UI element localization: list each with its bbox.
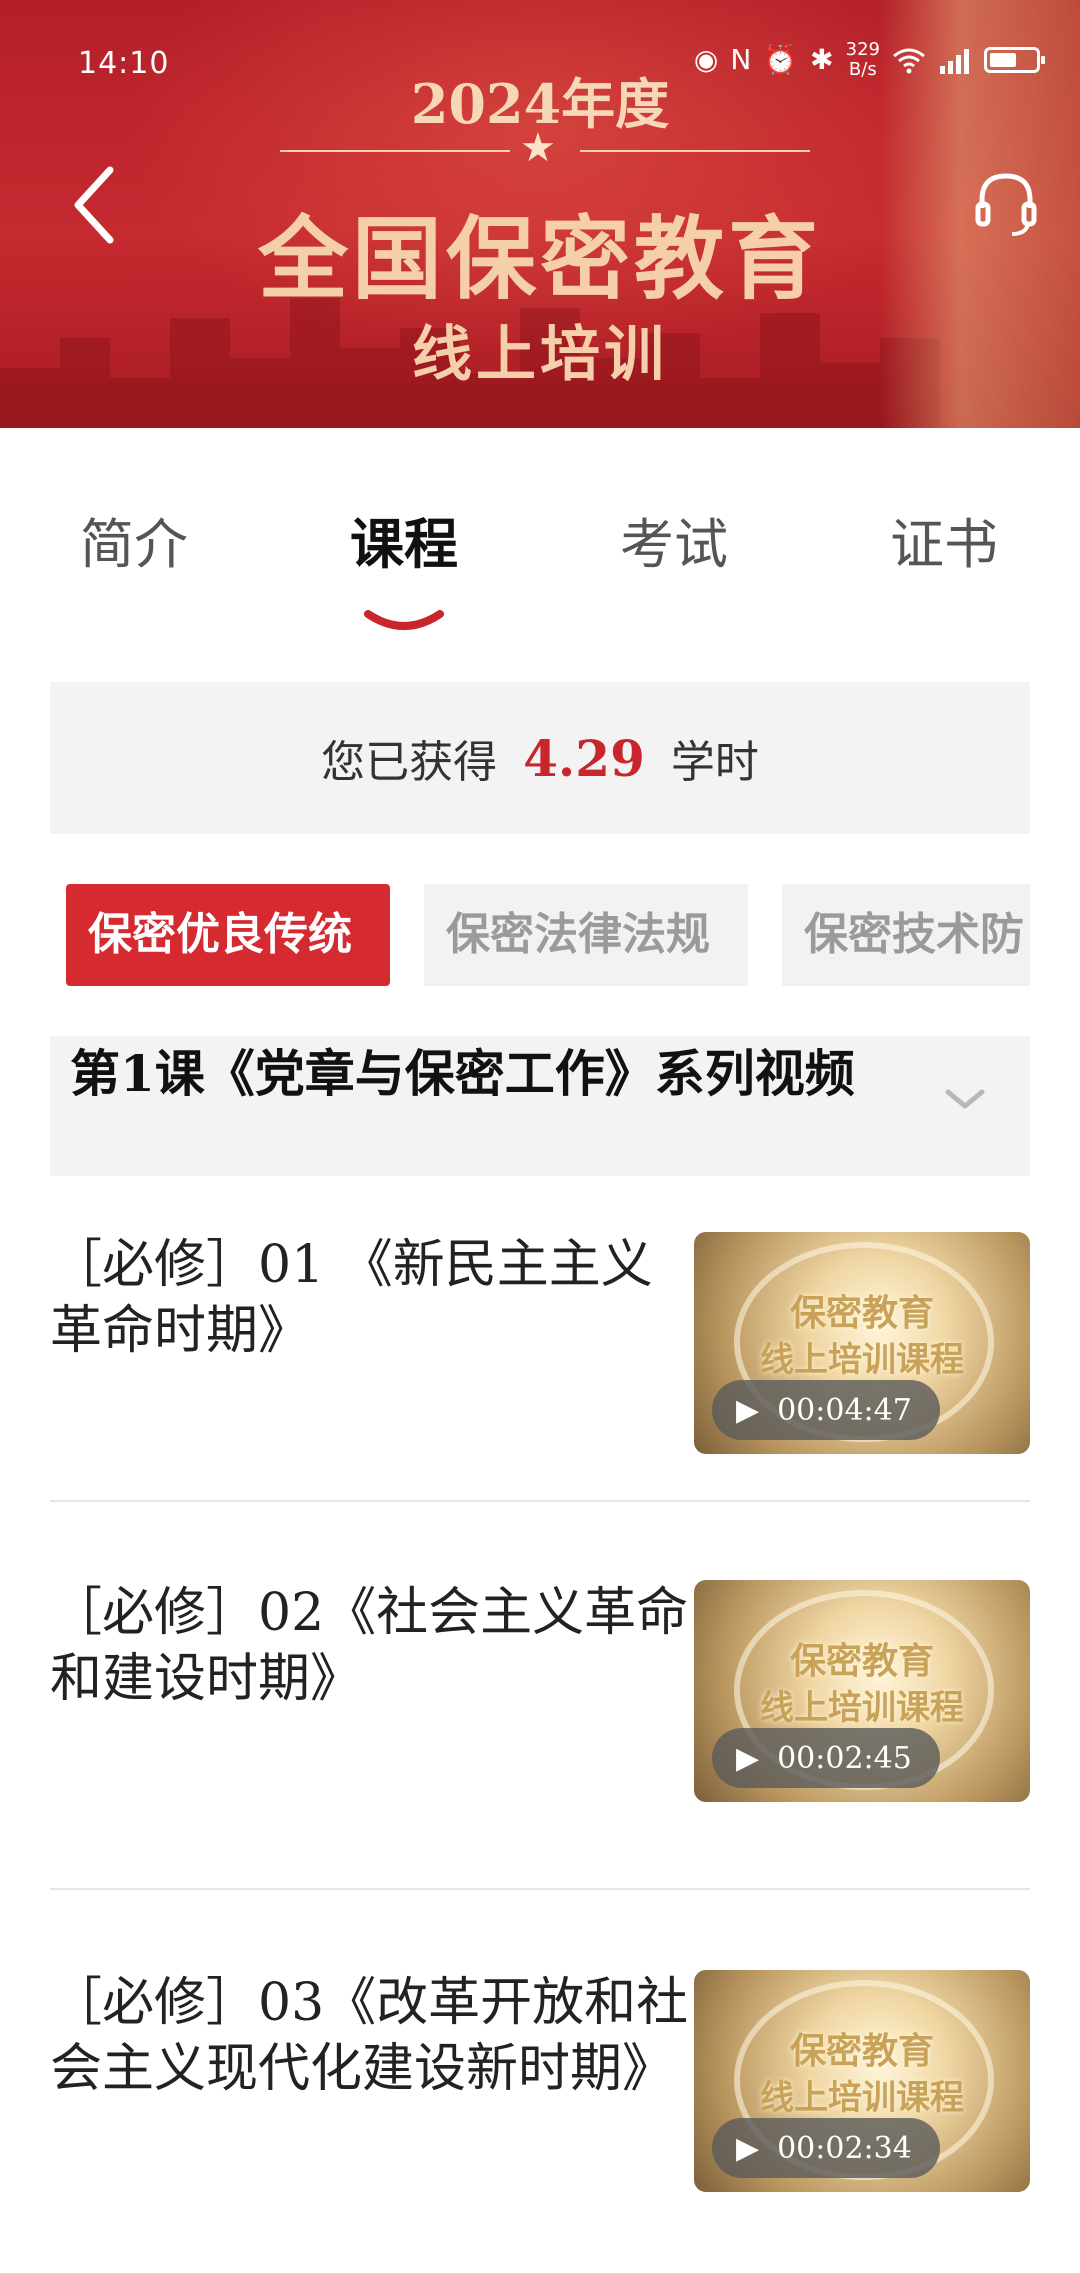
list-divider: [50, 1888, 1030, 1890]
video-thumbnail[interactable]: 保密教育 线上培训课程 ▶ 00:02:45: [694, 1580, 1030, 1802]
lesson-header[interactable]: 第1课《党章与保密工作》系列视频: [50, 1036, 1030, 1176]
play-icon: ▶: [736, 1392, 760, 1428]
video-item-01[interactable]: ［必修］01 《新民主主义革命时期》 保密教育 线上培训课程 ▶ 00:04:4…: [50, 1232, 1030, 1457]
tab-courses[interactable]: 课程: [304, 500, 504, 579]
lesson-title: 第1课《党章与保密工作》系列视频: [70, 1044, 855, 1103]
net-speed-value: 329: [845, 39, 880, 60]
thumb-line2: 线上培训课程: [760, 2078, 964, 2118]
list-divider: [50, 1500, 1030, 1502]
hours-suffix: 学时: [670, 737, 759, 788]
section-tabs: 简介 课程 考试 证书: [0, 500, 1080, 640]
hours-value: 4.29: [523, 728, 645, 788]
chip-secrecy-tech[interactable]: 保密技术防: [782, 884, 1030, 986]
duration-badge: ▶ 00:02:45: [712, 1728, 940, 1788]
course-banner: 14:10 ◉ N ⏰ ✱ 329 B/s 2024年度 ★ 全国保密教育 线上…: [0, 0, 1080, 428]
video-title: ［必修］03《改革开放和社会主义现代化建设新时期》: [50, 1973, 689, 2099]
hours-prefix: 您已获得: [321, 737, 498, 788]
thumb-line1: 保密教育: [789, 1641, 934, 1682]
duration-badge: ▶ 00:02:34: [712, 2118, 940, 2178]
thumb-line2: 线上培训课程: [760, 1340, 964, 1380]
chip-secrecy-tradition[interactable]: 保密优良传统: [66, 884, 390, 986]
thumb-line1: 保密教育: [789, 2031, 934, 2072]
chip-secrecy-law[interactable]: 保密法律法规: [424, 884, 748, 986]
tab-certificate[interactable]: 证书: [844, 500, 1044, 579]
video-thumbnail[interactable]: 保密教育 线上培训课程 ▶ 00:04:47: [694, 1232, 1030, 1454]
tab-exam[interactable]: 考试: [574, 500, 774, 579]
thumb-line2: 线上培训课程: [760, 1688, 964, 1728]
video-title: ［必修］02《社会主义革命和建设时期》: [50, 1583, 689, 1709]
duration: 00:04:47: [777, 1392, 912, 1428]
duration: 00:02:45: [777, 1740, 912, 1776]
banner-title: 全国保密教育: [258, 206, 822, 312]
video-thumbnail[interactable]: 保密教育 线上培训课程 ▶ 00:02:34: [694, 1970, 1030, 2192]
video-item-03[interactable]: ［必修］03《改革开放和社会主义现代化建设新时期》 保密教育 线上培训课程 ▶ …: [50, 1970, 1030, 2195]
star-icon: ★: [520, 125, 556, 171]
thumb-line1: 保密教育: [789, 1293, 934, 1334]
video-title: ［必修］01 《新民主主义革命时期》: [50, 1235, 653, 1361]
earned-hours-panel: 您已获得 4.29 学时: [50, 682, 1030, 834]
tab-intro[interactable]: 简介: [34, 500, 234, 579]
category-chips: 保密优良传统 保密法律法规 保密技术防: [66, 884, 1030, 986]
duration: 00:02:34: [777, 2130, 912, 2166]
banner-subtitle: 线上培训: [412, 320, 668, 390]
duration-badge: ▶ 00:04:47: [712, 1380, 940, 1440]
play-icon: ▶: [736, 1740, 760, 1776]
video-item-02[interactable]: ［必修］02《社会主义革命和建设时期》 保密教育 线上培训课程 ▶ 00:02:…: [50, 1580, 1030, 1805]
chevron-down-icon[interactable]: [942, 1084, 988, 1114]
active-tab-indicator: [364, 610, 444, 630]
play-icon: ▶: [736, 2130, 760, 2166]
